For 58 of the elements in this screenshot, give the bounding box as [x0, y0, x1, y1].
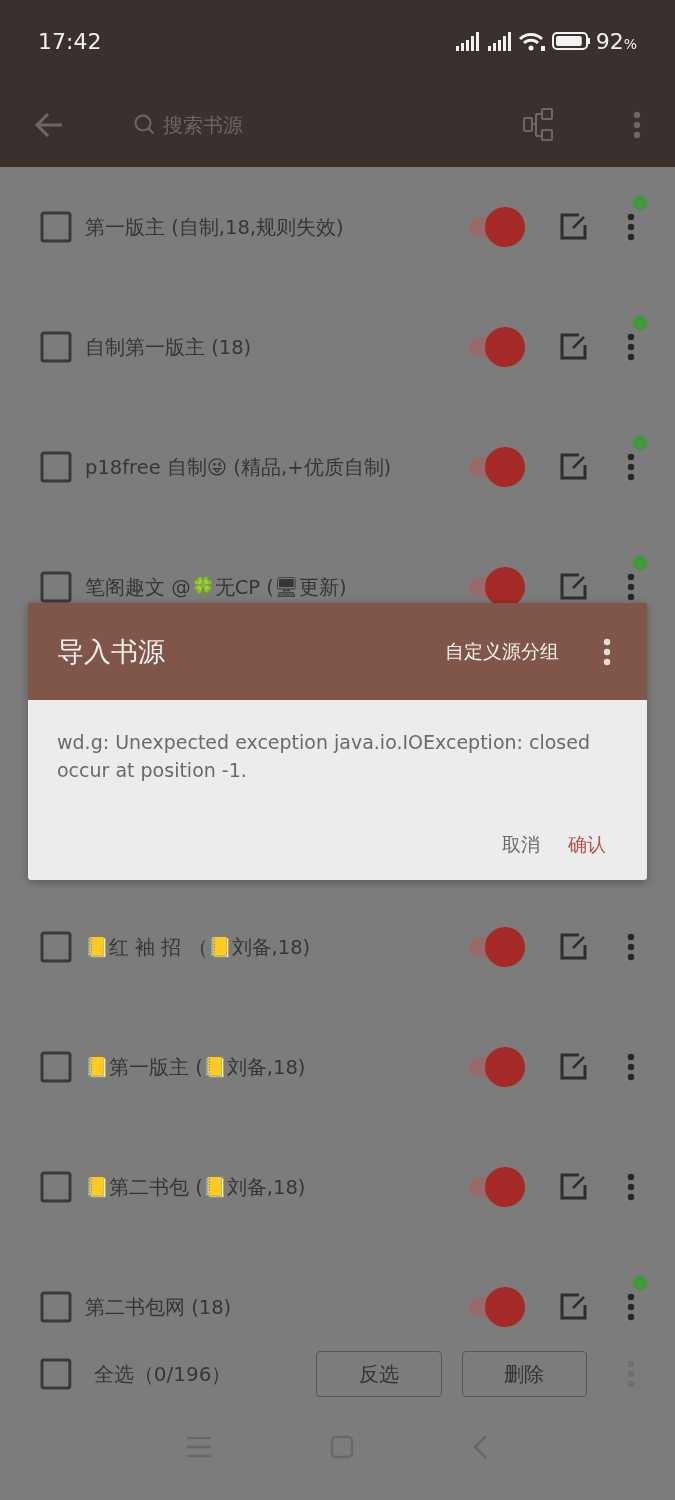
checkbox[interactable] — [40, 331, 72, 363]
source-title: 第一版主 (自制,18,规则失效) — [85, 214, 345, 241]
dialog-title: 导入书源 — [57, 634, 166, 669]
more-icon[interactable] — [627, 1173, 635, 1201]
more-icon[interactable] — [627, 1053, 635, 1081]
custom-group-link[interactable]: 自定义源分组 — [445, 638, 559, 665]
source-title: 📒第二书包 (📒刘备,18) — [85, 1174, 307, 1201]
source-title: 笔阁趣文 @🍀无CP (🖥更新) — [85, 574, 348, 601]
checkbox[interactable] — [40, 451, 72, 483]
toggle-switch[interactable] — [467, 206, 525, 248]
toggle-switch[interactable] — [467, 1166, 525, 1208]
checkbox[interactable] — [40, 1291, 72, 1323]
edit-icon[interactable] — [559, 1053, 587, 1081]
battery-percentage: 92% — [595, 28, 637, 54]
toggle-switch[interactable] — [467, 1286, 525, 1328]
source-title: 第二书包网 (18) — [85, 1294, 233, 1321]
invert-button[interactable]: 反选 — [316, 1351, 442, 1397]
edit-icon[interactable] — [559, 213, 587, 241]
checkbox[interactable] — [40, 1358, 72, 1390]
source-title: p18free 自制😜 (精品,+优质自制) — [85, 454, 393, 481]
group-icon[interactable] — [523, 107, 555, 142]
edit-icon[interactable] — [559, 573, 587, 601]
toggle-switch[interactable] — [467, 926, 525, 968]
checkbox[interactable] — [40, 211, 72, 243]
more-icon[interactable] — [627, 1293, 635, 1321]
more-icon[interactable] — [627, 333, 635, 361]
more-icon[interactable] — [627, 213, 635, 241]
edit-icon[interactable] — [559, 933, 587, 961]
checkbox[interactable] — [40, 931, 72, 963]
source-title: 自制第一版主 (18) — [85, 334, 253, 361]
signal-icon — [485, 31, 512, 51]
error-message: wd.g: Unexpected exception java.io.IOException: closed occur at position -1. — [57, 730, 591, 783]
toggle-switch[interactable] — [467, 446, 525, 488]
cancel-button[interactable]: 取消 — [490, 824, 552, 866]
edit-icon[interactable] — [559, 333, 587, 361]
select-all-label: 全选（0/196） — [93, 1360, 233, 1388]
checkbox[interactable] — [40, 1051, 72, 1083]
more-icon[interactable] — [627, 933, 635, 961]
source-title: 📒红 袖 招 （📒刘备,18) — [85, 934, 312, 961]
checkbox[interactable] — [40, 571, 72, 603]
clock: 17:42 — [38, 28, 102, 54]
battery-icon — [551, 31, 590, 51]
search-icon — [134, 114, 155, 135]
more-icon[interactable] — [627, 453, 635, 481]
wifi-icon — [517, 31, 546, 51]
more-icon[interactable] — [603, 637, 611, 666]
delete-button[interactable]: 删除 — [461, 1351, 588, 1397]
source-title: 📒第一版主 (📒刘备,18) — [85, 1054, 307, 1081]
toggle-switch[interactable] — [467, 1046, 525, 1088]
checkbox[interactable] — [40, 1171, 72, 1203]
edit-icon[interactable] — [559, 453, 587, 481]
edit-icon[interactable] — [559, 1293, 587, 1321]
more-icon[interactable] — [633, 110, 641, 139]
edit-icon[interactable] — [559, 1173, 587, 1201]
toggle-switch[interactable] — [467, 326, 525, 368]
signal-icon — [453, 31, 480, 51]
more-icon[interactable] — [627, 573, 635, 601]
confirm-button[interactable]: 确认 — [556, 824, 618, 866]
